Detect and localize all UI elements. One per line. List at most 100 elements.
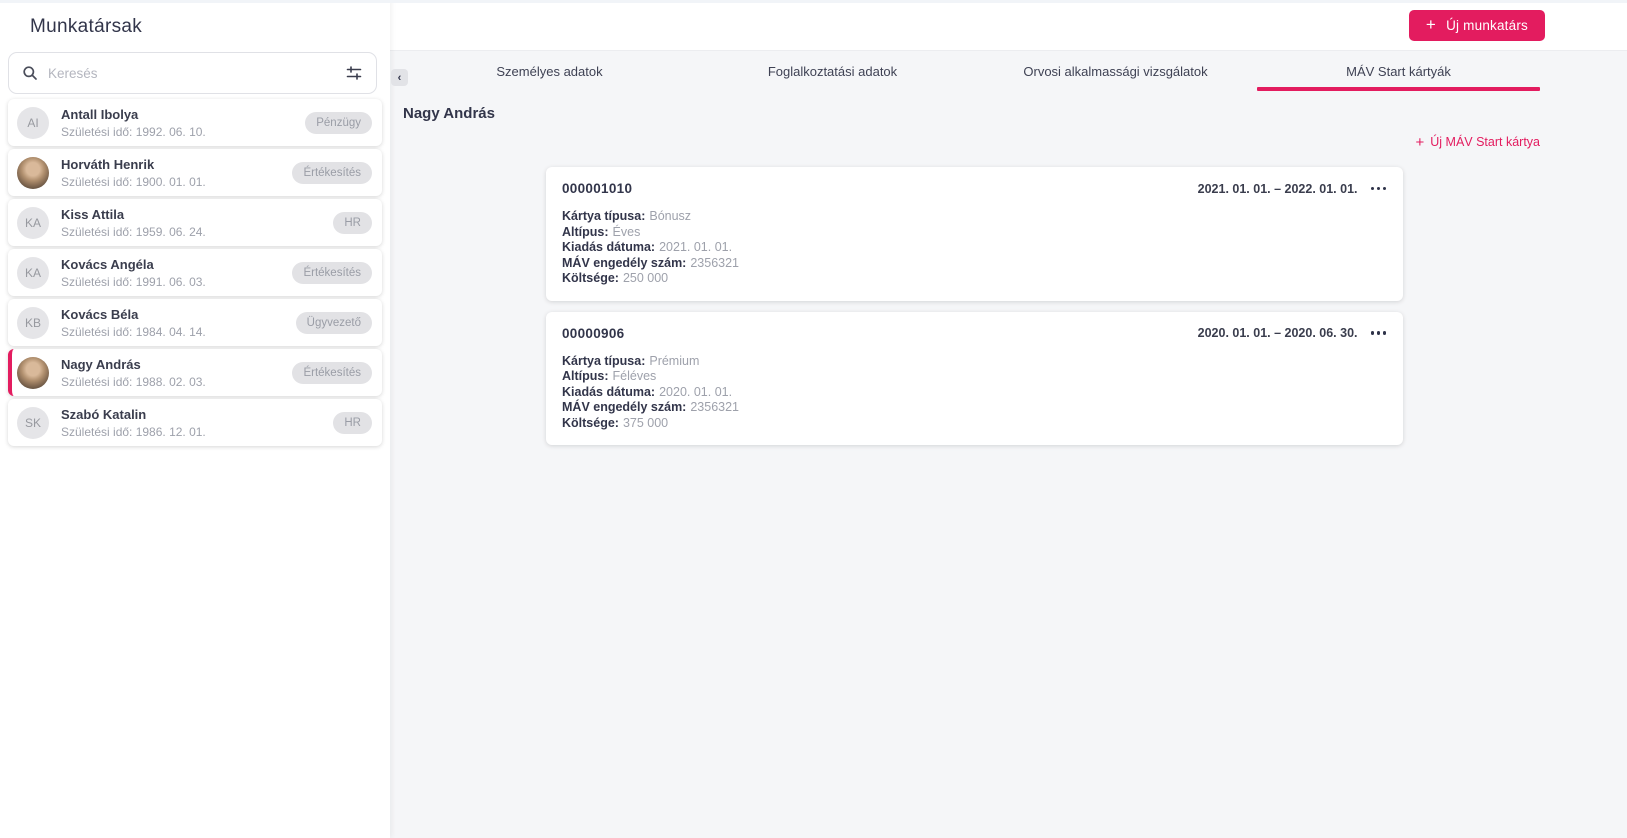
card-header: 00000906 2020. 01. 01. – 2020. 06. 30. — [562, 326, 1387, 341]
card-fields: Kártya típusa: Prémium Altípus: Féléves Ki… — [562, 354, 1387, 432]
employee-list-item[interactable]: Horváth Henrik Születési idő: 1900. 01. … — [8, 149, 382, 196]
employee-birth-date: Születési idő: 1900. 01. 01. — [61, 174, 206, 189]
card-fields: Kártya típusa: Bónusz Altípus: Éves Kiadás… — [562, 209, 1387, 287]
card-number: 000001010 — [562, 181, 633, 196]
employee-birth-date: Születési idő: 1988. 02. 03. — [61, 374, 206, 389]
employee-birth-date: Születési idő: 1991. 06. 03. — [61, 274, 206, 289]
field-value: 250 000 — [622, 271, 669, 285]
card-field-row: Költsége: 375 000 — [562, 416, 1387, 432]
field-label: Költsége: — [562, 271, 619, 285]
card-field-row: MÁV engedély szám: 2356321 — [562, 256, 1387, 272]
collapse-sidebar-button[interactable]: ‹ — [391, 69, 408, 86]
department-badge: Értékesítés — [292, 161, 372, 184]
employee-avatar: KB — [17, 306, 49, 339]
employee-birth-date: Születési idő: 1959. 06. 24. — [61, 224, 206, 239]
department-badge: Értékesítés — [292, 261, 372, 284]
page-title: Munkatársak — [30, 16, 143, 37]
employee-text: Horváth Henrik Születési idő: 1900. 01. … — [61, 157, 292, 189]
card-field-row: Kártya típusa: Bónusz — [562, 209, 1387, 225]
new-card-row: + Új MÁV Start kártya — [390, 133, 1627, 151]
employee-avatar: SK — [17, 406, 49, 439]
employee-avatar: KA — [17, 206, 49, 239]
search-input[interactable] — [48, 65, 344, 81]
employee-list-item[interactable]: Nagy András Születési idő: 1988. 02. 03.… — [8, 349, 382, 396]
employee-birth-date: Születési idő: 1992. 06. 10. — [61, 124, 206, 139]
employee-list: AI Antall Ibolya Születési idő: 1992. 06… — [8, 99, 382, 446]
employee-list-item[interactable]: KB Kovács Béla Születési idő: 1984. 04. … — [8, 299, 382, 346]
card-validity-dates: 2021. 01. 01. – 2022. 01. 01. — [1197, 181, 1358, 196]
field-value: 2356321 — [690, 255, 740, 270]
department-badge: Ügyvezető — [295, 311, 372, 334]
detail-tabs: Személyes adatok Foglalkoztatási adatok … — [390, 51, 1627, 91]
employee-text: Szabó Katalin Születési idő: 1986. 12. 0… — [61, 407, 333, 439]
search-icon — [22, 65, 38, 81]
employee-name: Kiss Attila — [61, 206, 125, 222]
employee-text: Kovács Angéla Születési idő: 1991. 06. 0… — [61, 257, 292, 289]
card-menu-icon[interactable] — [1370, 328, 1388, 338]
tab-label: MÁV Start kártyák — [1346, 63, 1451, 79]
employee-list-item[interactable]: KA Kovács Angéla Születési idő: 1991. 06… — [8, 249, 382, 296]
tab[interactable]: MÁV Start kártyák — [1257, 51, 1540, 91]
mav-card-list: 000001010 2021. 01. 01. – 2022. 01. 01. … — [546, 167, 1403, 445]
card-number: 00000906 — [562, 325, 625, 341]
department-badge: Pénzügy — [305, 111, 372, 134]
field-label: Kártya típusa: — [562, 353, 646, 368]
employee-text: Nagy András Születési idő: 1988. 02. 03. — [61, 357, 292, 389]
employee-name: Nagy András — [61, 356, 141, 372]
employee-list-item[interactable]: KA Kiss Attila Születési idő: 1959. 06. … — [8, 199, 382, 246]
employee-name: Horváth Henrik — [61, 156, 155, 172]
department-badge: HR — [333, 211, 372, 234]
new-employee-label: Új munkatárs — [1446, 17, 1528, 33]
filter-icon[interactable] — [344, 63, 364, 83]
selected-employee-name: Nagy András — [403, 105, 495, 122]
department-badge: HR — [333, 411, 372, 434]
field-label: Kiadás dátuma: — [562, 384, 656, 399]
card-field-row: Költsége: 250 000 — [562, 271, 1387, 287]
tab-label: Orvosi alkalmassági vizsgálatok — [1023, 63, 1208, 79]
employee-avatar — [17, 356, 49, 389]
card-menu-icon[interactable] — [1370, 184, 1388, 194]
employee-name: Szabó Katalin — [61, 406, 147, 422]
tab[interactable]: Foglalkoztatási adatok — [691, 51, 974, 91]
employee-birth-date: Születési idő: 1986. 12. 01. — [61, 424, 206, 439]
tab[interactable]: Orvosi alkalmassági vizsgálatok — [974, 51, 1257, 91]
new-mav-card-label: Új MÁV Start kártya — [1430, 135, 1540, 149]
employee-avatar: AI — [17, 106, 49, 139]
field-label: Altípus: — [562, 369, 609, 383]
employee-text: Kiss Attila Születési idő: 1959. 06. 24. — [61, 207, 333, 239]
employee-birth-date: Születési idő: 1984. 04. 14. — [61, 324, 206, 339]
card-field-row: Kiadás dátuma: 2020. 01. 01. — [562, 385, 1387, 401]
field-label: Költsége: — [562, 415, 619, 430]
employee-list-item[interactable]: AI Antall Ibolya Születési idő: 1992. 06… — [8, 99, 382, 146]
employee-list-item[interactable]: SK Szabó Katalin Születési idő: 1986. 12… — [8, 399, 382, 446]
card-field-row: Altípus: Féléves — [562, 369, 1387, 385]
employee-avatar: KA — [17, 256, 49, 289]
tab-label: Foglalkoztatási adatok — [767, 63, 898, 79]
employee-name: Kovács Béla — [61, 306, 139, 322]
field-value: Prémium — [649, 353, 700, 368]
tab[interactable]: Személyes adatok — [408, 51, 691, 91]
card-field-row: Kiadás dátuma: 2021. 01. 01. — [562, 240, 1387, 256]
field-value: 2356321 — [690, 400, 740, 414]
card-field-row: MÁV engedély szám: 2356321 — [562, 400, 1387, 416]
main-panel: ‹ + Új munkatárs Személyes adatok Foglal… — [390, 0, 1627, 838]
employee-text: Antall Ibolya Születési idő: 1992. 06. 1… — [61, 107, 305, 139]
field-label: Kiadás dátuma: — [562, 240, 656, 254]
mav-card: 00000906 2020. 01. 01. – 2020. 06. 30. K… — [546, 311, 1403, 445]
employee-name: Kovács Angéla — [61, 256, 154, 272]
employee-avatar — [17, 156, 49, 189]
field-value: 2021. 01. 01. — [659, 240, 733, 254]
card-validity-dates: 2020. 01. 01. – 2020. 06. 30. — [1197, 326, 1358, 340]
field-value: Bónusz — [649, 209, 692, 223]
field-value: 2020. 01. 01. — [659, 384, 733, 399]
new-employee-button[interactable]: + Új munkatárs — [1408, 9, 1545, 41]
field-value: Féléves — [612, 369, 657, 383]
card-header: 000001010 2021. 01. 01. – 2022. 01. 01. — [562, 181, 1387, 196]
new-mav-card-button[interactable]: + Új MÁV Start kártya — [1415, 134, 1540, 151]
field-label: MÁV engedély szám: — [562, 400, 687, 414]
field-value: Éves — [612, 224, 641, 239]
field-label: Altípus: — [562, 224, 609, 239]
employee-text: Kovács Béla Születési idő: 1984. 04. 14. — [61, 307, 296, 339]
main-toolbar: + Új munkatárs — [390, 0, 1627, 51]
field-label: MÁV engedély szám: — [562, 255, 687, 270]
